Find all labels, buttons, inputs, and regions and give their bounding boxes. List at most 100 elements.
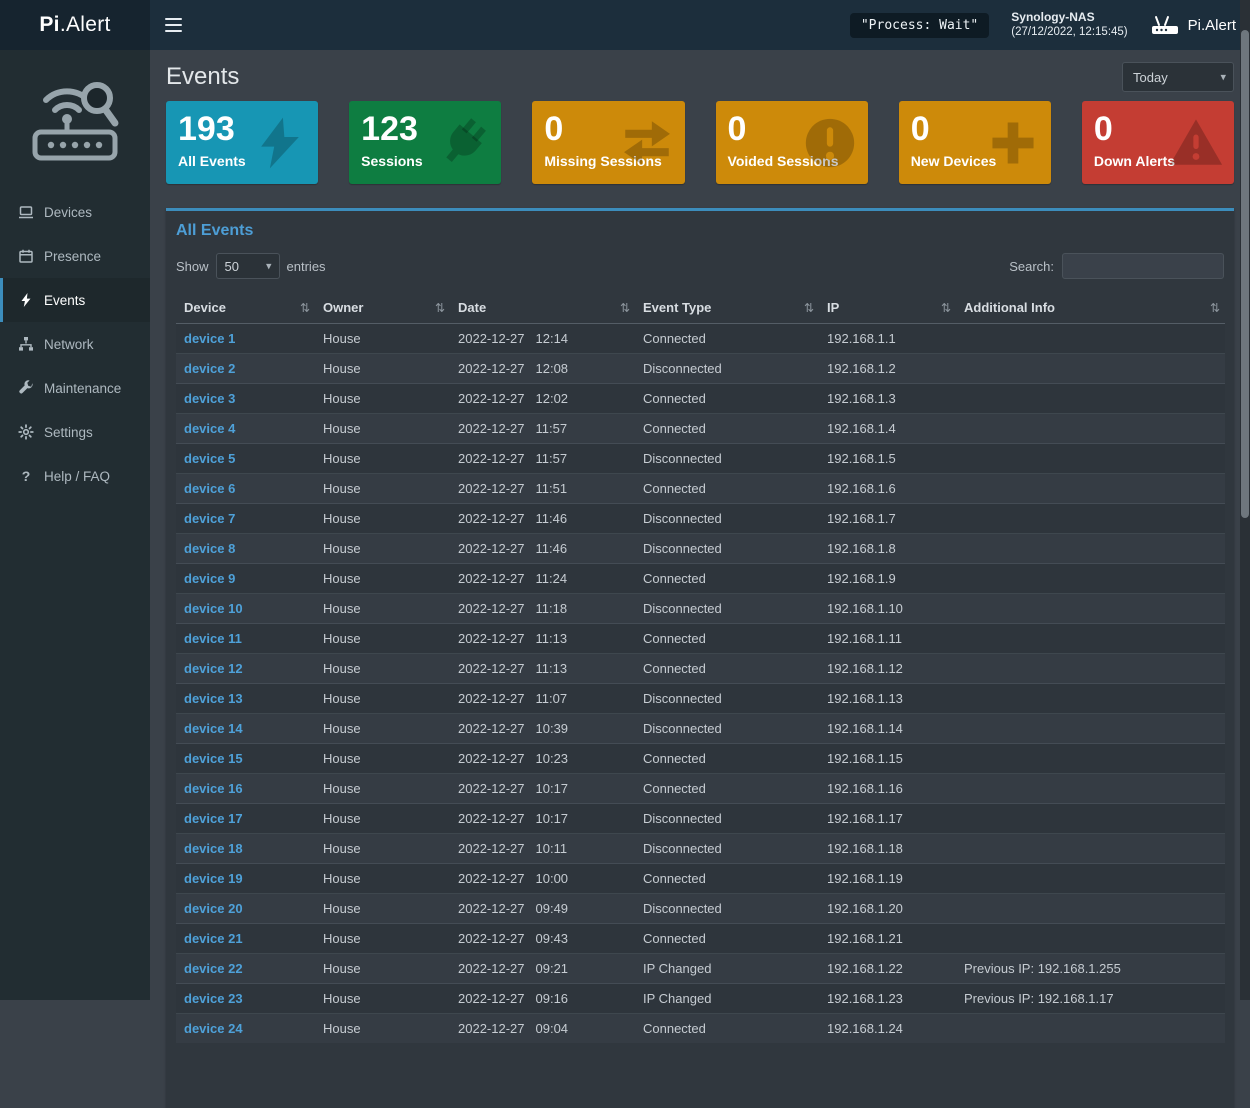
table-controls: Show 50 entries Search: xyxy=(166,249,1234,292)
device-cell: device 13 xyxy=(176,684,315,714)
device-link[interactable]: device 1 xyxy=(184,331,235,346)
warning-triangle-icon xyxy=(1167,114,1225,172)
device-cell: device 5 xyxy=(176,444,315,474)
table-row: device 5House2022-12-2711:57Disconnected… xyxy=(176,444,1225,474)
table-row: device 18House2022-12-2710:11Disconnecte… xyxy=(176,834,1225,864)
sidebar-item-help[interactable]: ? Help / FAQ xyxy=(0,454,150,498)
device-link[interactable]: device 8 xyxy=(184,541,235,556)
device-link[interactable]: device 23 xyxy=(184,991,243,1006)
card-missing-sessions[interactable]: 0 Missing Sessions xyxy=(532,101,684,184)
calendar-icon xyxy=(18,248,34,264)
search-input[interactable] xyxy=(1062,253,1224,279)
device-link[interactable]: device 9 xyxy=(184,571,235,586)
router-icon xyxy=(1150,14,1180,36)
date-cell: 2022-12-2711:46 xyxy=(450,534,635,564)
card-voided-sessions[interactable]: 0 Voided Sessions xyxy=(716,101,868,184)
period-select[interactable]: Today xyxy=(1122,62,1234,92)
device-cell: device 14 xyxy=(176,714,315,744)
sidebar-item-settings[interactable]: Settings xyxy=(0,410,150,454)
device-link[interactable]: device 20 xyxy=(184,901,243,916)
device-link[interactable]: device 10 xyxy=(184,601,243,616)
column-header-owner[interactable]: Owner⇅ xyxy=(315,292,450,324)
owner-cell: House xyxy=(315,594,450,624)
additional-info-cell xyxy=(956,414,1225,444)
card-all-events[interactable]: 193 All Events xyxy=(166,101,318,184)
table-row: device 2House2022-12-2712:08Disconnected… xyxy=(176,354,1225,384)
device-link[interactable]: device 21 xyxy=(184,931,243,946)
sidebar-item-devices[interactable]: Devices xyxy=(0,190,150,234)
scrollbar-thumb[interactable] xyxy=(1241,30,1249,518)
owner-cell: House xyxy=(315,774,450,804)
device-link[interactable]: device 15 xyxy=(184,751,243,766)
column-header-additional-info[interactable]: Additional Info⇅ xyxy=(956,292,1225,324)
owner-cell: House xyxy=(315,624,450,654)
event-type-cell: Connected xyxy=(635,474,819,504)
owner-cell: House xyxy=(315,384,450,414)
device-cell: device 24 xyxy=(176,1014,315,1044)
device-link[interactable]: device 2 xyxy=(184,361,235,376)
sort-icon: ⇅ xyxy=(435,301,445,315)
device-cell: device 1 xyxy=(176,324,315,354)
device-link[interactable]: device 22 xyxy=(184,961,243,976)
device-link[interactable]: device 24 xyxy=(184,1021,243,1036)
sort-icon: ⇅ xyxy=(1210,301,1220,315)
additional-info-cell xyxy=(956,744,1225,774)
additional-info-cell xyxy=(956,444,1225,474)
column-header-event-type[interactable]: Event Type⇅ xyxy=(635,292,819,324)
ip-cell: 192.168.1.11 xyxy=(819,624,956,654)
search-control: Search: xyxy=(1009,253,1224,279)
device-link[interactable]: device 11 xyxy=(184,631,242,646)
column-header-device[interactable]: Device⇅ xyxy=(176,292,315,324)
table-row: device 10House2022-12-2711:18Disconnecte… xyxy=(176,594,1225,624)
sidebar-item-maintenance[interactable]: Maintenance xyxy=(0,366,150,410)
device-cell: device 4 xyxy=(176,414,315,444)
device-link[interactable]: device 14 xyxy=(184,721,243,736)
card-down-alerts[interactable]: 0 Down Alerts xyxy=(1082,101,1234,184)
navbar-app-brand: Pi.Alert xyxy=(1150,14,1236,36)
device-link[interactable]: device 5 xyxy=(184,451,235,466)
additional-info-cell xyxy=(956,474,1225,504)
brand-logo[interactable]: Pi.Alert xyxy=(0,0,150,50)
device-link[interactable]: device 3 xyxy=(184,391,235,406)
sidebar-toggle-button[interactable] xyxy=(150,0,196,50)
table-row: device 20House2022-12-2709:49Disconnecte… xyxy=(176,894,1225,924)
device-link[interactable]: device 4 xyxy=(184,421,235,436)
ip-cell: 192.168.1.10 xyxy=(819,594,956,624)
owner-cell: House xyxy=(315,924,450,954)
card-new-devices[interactable]: 0 New Devices xyxy=(899,101,1051,184)
device-link[interactable]: device 19 xyxy=(184,871,243,886)
device-link[interactable]: device 17 xyxy=(184,811,243,826)
page-title: Events xyxy=(166,63,239,91)
event-type-cell: Disconnected xyxy=(635,834,819,864)
additional-info-cell xyxy=(956,774,1225,804)
sidebar-item-events[interactable]: Events xyxy=(0,278,150,322)
device-cell: device 9 xyxy=(176,564,315,594)
sidebar-item-network[interactable]: Network xyxy=(0,322,150,366)
device-link[interactable]: device 12 xyxy=(184,661,243,676)
event-type-cell: Connected xyxy=(635,744,819,774)
device-link[interactable]: device 7 xyxy=(184,511,235,526)
device-link[interactable]: device 18 xyxy=(184,841,243,856)
card-sessions[interactable]: 123 Sessions xyxy=(349,101,501,184)
navbar-app-name: Pi.Alert xyxy=(1188,17,1236,34)
table-row: device 6House2022-12-2711:51Connected192… xyxy=(176,474,1225,504)
device-link[interactable]: device 13 xyxy=(184,691,243,706)
process-status-badge: "Process: Wait" xyxy=(850,13,989,38)
device-cell: device 18 xyxy=(176,834,315,864)
owner-cell: House xyxy=(315,684,450,714)
table-row: device 3House2022-12-2712:02Connected192… xyxy=(176,384,1225,414)
page-length-select[interactable]: 50 xyxy=(216,253,280,279)
column-header-ip[interactable]: IP⇅ xyxy=(819,292,956,324)
column-header-date[interactable]: Date⇅ xyxy=(450,292,635,324)
ip-cell: 192.168.1.8 xyxy=(819,534,956,564)
bolt-icon xyxy=(251,114,309,172)
sidebar-item-presence[interactable]: Presence xyxy=(0,234,150,278)
device-cell: device 23 xyxy=(176,984,315,1014)
table-row: device 14House2022-12-2710:39Disconnecte… xyxy=(176,714,1225,744)
date-cell: 2022-12-2710:11 xyxy=(450,834,635,864)
additional-info-cell xyxy=(956,684,1225,714)
device-link[interactable]: device 16 xyxy=(184,781,243,796)
device-link[interactable]: device 6 xyxy=(184,481,235,496)
date-cell: 2022-12-2710:17 xyxy=(450,804,635,834)
event-type-cell: Disconnected xyxy=(635,594,819,624)
